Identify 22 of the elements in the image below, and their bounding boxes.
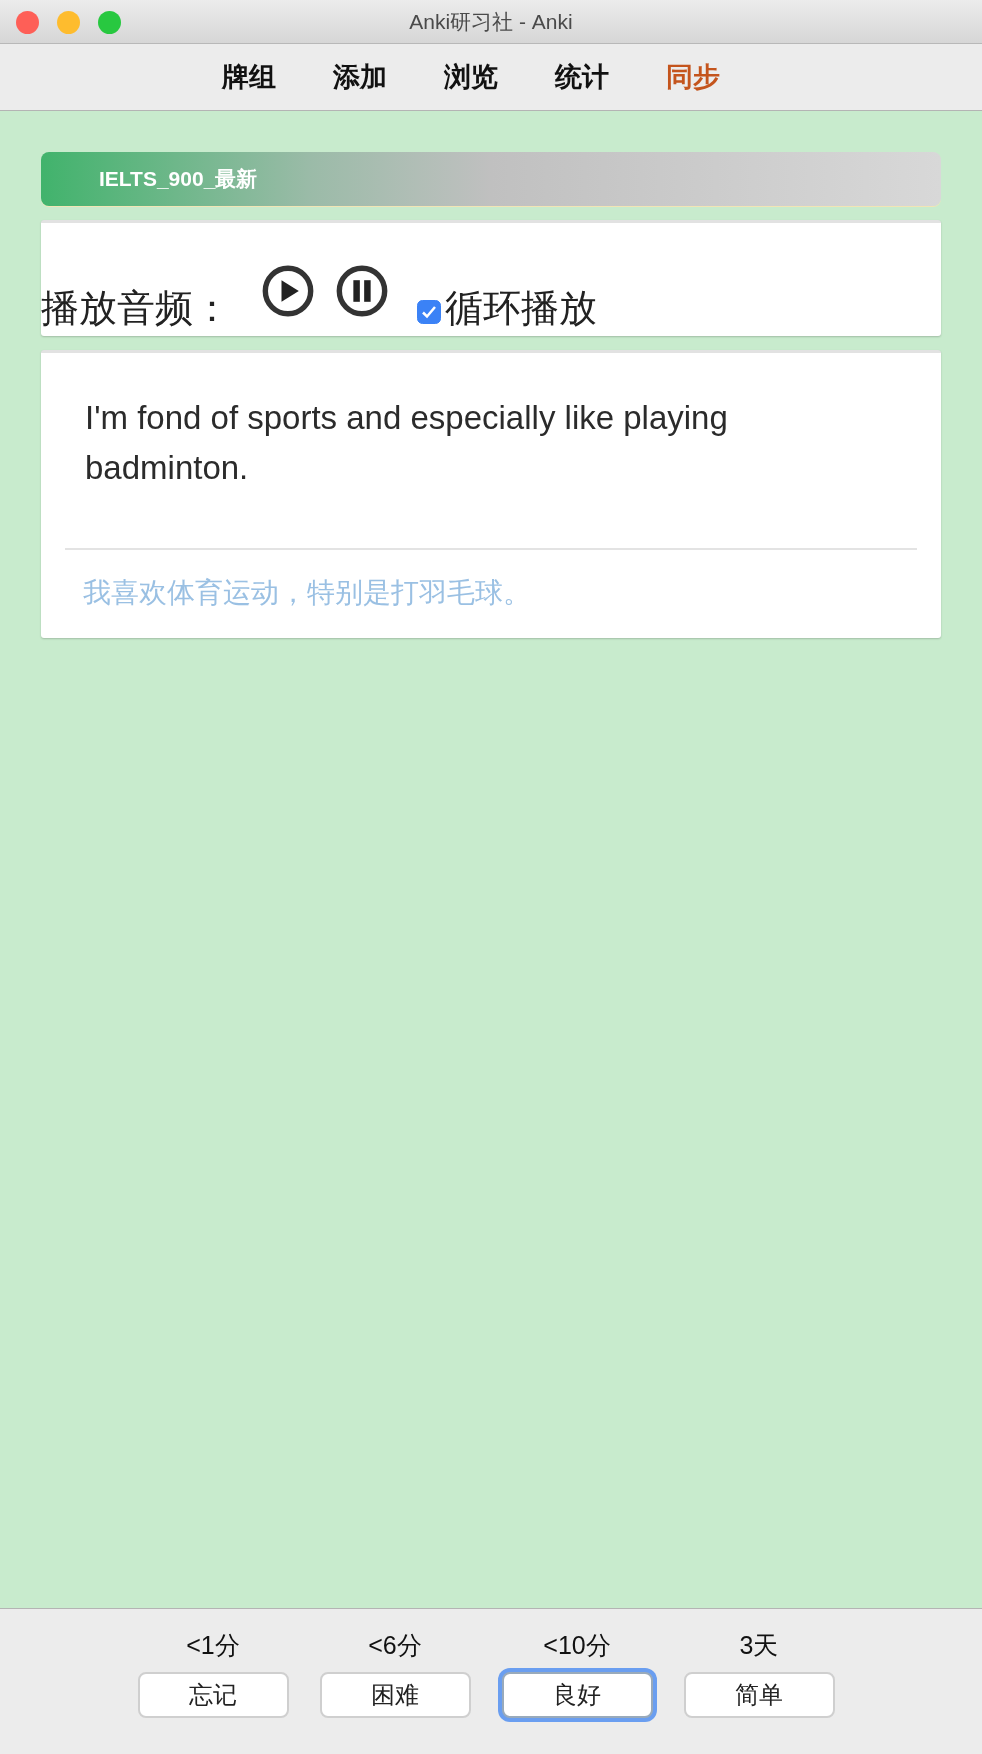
interval-label: <6分 xyxy=(368,1630,422,1661)
window-title: Anki研习社 - Anki xyxy=(409,8,573,35)
toolbar-link[interactable]: 添加 xyxy=(333,59,387,95)
audio-label: 播放音频： xyxy=(41,288,231,330)
play-icon[interactable] xyxy=(261,264,315,318)
toolbar-link[interactable]: 统计 xyxy=(555,59,609,95)
loop-checkbox[interactable] xyxy=(417,300,441,324)
sentence-text: I'm fond of sports and especially like playing badminton. xyxy=(84,398,729,488)
answer-button[interactable]: 简单 xyxy=(683,1672,835,1718)
loop-label: 循环播放 xyxy=(445,288,597,330)
deck-title: IELTS_900_最新 xyxy=(99,166,258,192)
toolbar-link[interactable]: 同步 xyxy=(666,59,720,95)
close-button[interactable] xyxy=(16,11,39,34)
answer-button[interactable]: 困难 xyxy=(319,1672,471,1718)
pause-icon[interactable] xyxy=(335,264,389,318)
translation-text: 我喜欢体育运动，特别是打羽毛球。 xyxy=(82,575,532,611)
interval-label: <1分 xyxy=(186,1630,240,1661)
answer-button[interactable]: 忘记 xyxy=(137,1672,289,1718)
toolbar-link[interactable]: 牌组 xyxy=(222,59,276,95)
toolbar-link[interactable]: 浏览 xyxy=(444,59,498,95)
interval-label: 3天 xyxy=(739,1630,779,1661)
interval-label: <10分 xyxy=(543,1630,611,1661)
